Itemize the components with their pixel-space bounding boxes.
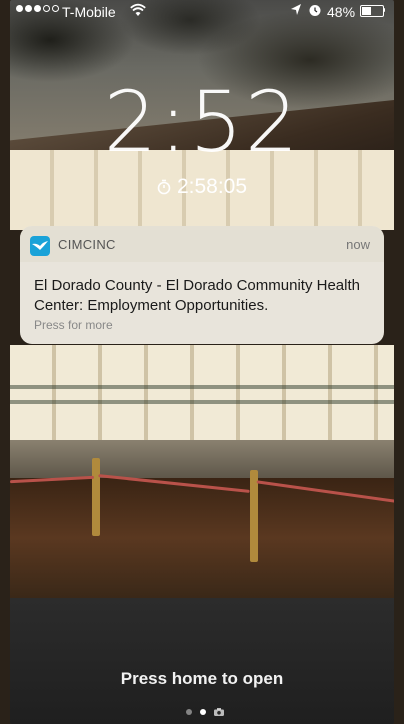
- lock-screen-clock: 2:52: [103, 73, 301, 171]
- bird-icon: [30, 236, 50, 256]
- page-dot-active[interactable]: [200, 709, 206, 715]
- status-bar: T-Mobile 48%: [10, 0, 394, 22]
- battery-cap: [383, 8, 385, 12]
- page-indicator[interactable]: [186, 708, 224, 716]
- notification-app-name: CIMCINC: [58, 237, 116, 252]
- signal-dot: [52, 5, 59, 12]
- battery-icon: [360, 5, 384, 17]
- wallpaper-barrels-middle: [10, 345, 394, 440]
- camera-icon[interactable]: [214, 708, 224, 716]
- notification-card[interactable]: CIMCINC now El Dorado County - El Dorado…: [20, 226, 384, 344]
- page-dot[interactable]: [186, 709, 192, 715]
- timer-countdown: 2:58:05: [0, 175, 404, 199]
- location-icon: [291, 4, 301, 15]
- signal-dot: [43, 5, 50, 12]
- battery-percent: 48%: [327, 4, 356, 20]
- wallpaper-barrel-band: [10, 385, 394, 389]
- timer-value: 2:58:05: [176, 175, 248, 198]
- notification-action-hint: Press for more: [34, 318, 113, 332]
- wallpaper-barrel-band: [10, 400, 394, 404]
- notification-body: El Dorado County - El Dorado Community H…: [34, 277, 360, 314]
- wallpaper-stone-ledge: [10, 440, 394, 478]
- unlock-hint: Press home to open: [120, 669, 284, 688]
- wallpaper-fence-post: [250, 470, 258, 562]
- alarm-icon: [309, 5, 321, 16]
- signal-dot: [34, 5, 41, 12]
- signal-dot: [16, 5, 23, 12]
- wifi-icon: [130, 3, 146, 16]
- wallpaper-ground: [10, 478, 394, 598]
- signal-strength: [16, 5, 59, 12]
- signal-dot: [25, 5, 32, 12]
- wallpaper-fence-post: [92, 458, 100, 536]
- carrier-name: T-Mobile: [62, 4, 116, 20]
- timer-icon: [157, 179, 171, 195]
- wallpaper-path: [10, 598, 394, 724]
- notification-time: now: [346, 237, 370, 252]
